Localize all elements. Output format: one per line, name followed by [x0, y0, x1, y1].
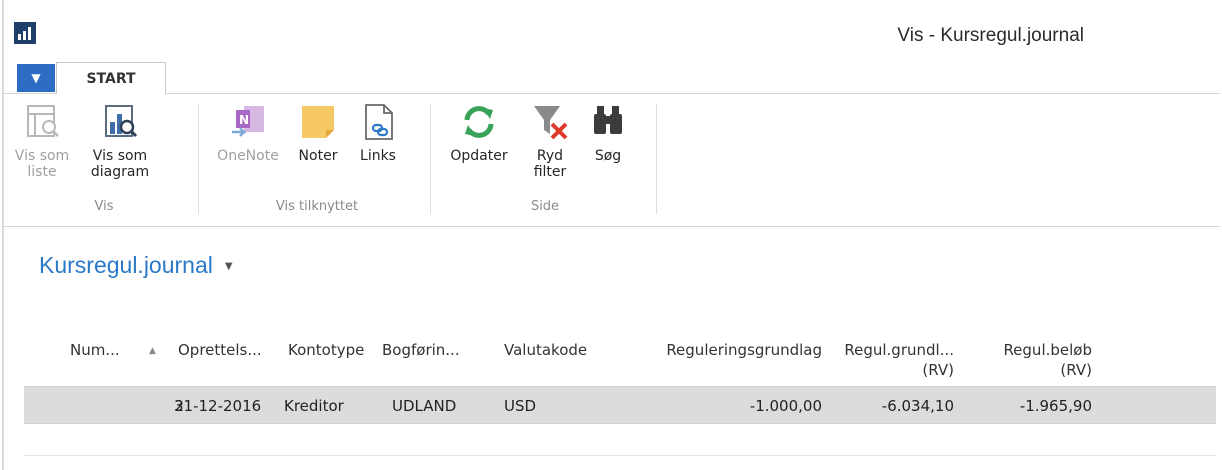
- ribbon-tab-row: ▼ START: [4, 60, 1220, 95]
- chart-view-icon: [105, 105, 138, 138]
- table-header: Num... ▲ Oprettels... Kontotype Bogførin…: [4, 330, 1220, 385]
- ribbon-group-label: Vis tilknyttet: [275, 199, 359, 214]
- cell-date: 31-12-2016: [174, 397, 262, 415]
- column-header-base-lcy-line-2: (RV): [922, 361, 954, 379]
- links-label: Links: [360, 148, 396, 164]
- onenote-button[interactable]: N OneNote: [210, 102, 286, 164]
- ribbon-group-label: Vis: [94, 199, 114, 214]
- file-menu-button[interactable]: ▼: [17, 64, 55, 92]
- page-title-area: Kursregul.journal ▼: [39, 252, 233, 279]
- notes-button[interactable]: Noter: [288, 102, 348, 164]
- column-header-amount-lcy-line-2: (RV): [1060, 361, 1092, 379]
- ribbon-separator: [198, 104, 199, 214]
- app-window: Vis - Kursregul.journal ▼ START Vis som …: [2, 0, 1220, 470]
- cell-currency: USD: [504, 397, 537, 415]
- clear-filter-button[interactable]: Ryd filter: [522, 102, 578, 180]
- ribbon-separator: [656, 104, 657, 214]
- cell-account-type: Kreditor: [284, 397, 344, 415]
- column-header-num[interactable]: Num...: [70, 340, 120, 360]
- list-view-icon: [27, 105, 59, 137]
- onenote-label: OneNote: [217, 148, 279, 164]
- note-icon: [302, 106, 334, 138]
- link-document-icon: [365, 104, 393, 140]
- refresh-button[interactable]: Opdater: [442, 102, 516, 164]
- view-as-chart-button[interactable]: Vis som diagram: [80, 102, 160, 180]
- column-header-account-type[interactable]: Kontotype: [288, 340, 364, 360]
- search-button[interactable]: Søg: [580, 102, 636, 164]
- refresh-label: Opdater: [450, 148, 508, 164]
- page-title[interactable]: Kursregul.journal: [39, 252, 213, 279]
- title-bar: Vis - Kursregul.journal: [4, 0, 1220, 60]
- ribbon-group-label: Side: [530, 199, 560, 214]
- table-row-empty[interactable]: [24, 424, 1216, 456]
- column-header-currency[interactable]: Valutakode: [504, 340, 587, 360]
- onenote-icon: N: [232, 106, 264, 137]
- column-header-created[interactable]: Oprettels...: [178, 340, 262, 360]
- view-as-chart-label-1: Vis som: [92, 148, 148, 164]
- search-label: Søg: [594, 148, 622, 164]
- table-row[interactable]: 2 31-12-2016 Kreditor UDLAND USD -1.000,…: [24, 386, 1216, 424]
- ribbon-group-side: Opdater Ryd filter Søg Side: [436, 100, 654, 220]
- column-header-posting[interactable]: Bogførin...: [382, 340, 460, 360]
- small-caret-down-icon[interactable]: ▼: [225, 261, 233, 272]
- ribbon: Vis som liste Vis som diagram Vis N OneN…: [4, 94, 1220, 227]
- clear-filter-label-2: filter: [533, 164, 567, 180]
- column-header-amount-lcy-line-1: Regul.beløb: [1003, 341, 1092, 359]
- refresh-icon: [464, 106, 494, 138]
- cell-posting: UDLAND: [392, 397, 457, 415]
- notes-label: Noter: [298, 148, 338, 164]
- clear-filter-label-1: Ryd: [536, 148, 564, 164]
- window-title: Vis - Kursregul.journal: [897, 25, 1084, 46]
- view-as-chart-label-2: diagram: [90, 164, 150, 180]
- column-header-amount-lcy[interactable]: Regul.beløb (RV): [964, 340, 1092, 380]
- cell-amount-lcy: -1.965,90: [1019, 397, 1092, 415]
- column-header-base-lcy[interactable]: Regul.grundl... (RV): [822, 340, 954, 380]
- sort-ascending-icon: ▲: [149, 346, 156, 356]
- app-logo-icon: [14, 22, 36, 44]
- column-header-base[interactable]: Reguleringsgrundlag: [644, 340, 822, 360]
- view-as-list-label-2: liste: [27, 164, 57, 180]
- view-as-list-label-1: Vis som: [14, 148, 70, 164]
- clear-filter-icon: [534, 106, 568, 140]
- cell-base: -1.000,00: [749, 397, 822, 415]
- ribbon-group-vis: Vis som liste Vis som diagram Vis: [15, 100, 190, 220]
- ribbon-group-vis-tilknyttet: N OneNote Noter Links Vis tilknyttet: [204, 100, 430, 220]
- svg-text:N: N: [239, 113, 249, 127]
- ribbon-separator: [430, 104, 431, 214]
- column-header-base-lcy-line-1: Regul.grundl...: [844, 341, 954, 359]
- view-as-list-button[interactable]: Vis som liste: [8, 102, 76, 180]
- tab-start[interactable]: START: [56, 62, 166, 95]
- caret-down-icon: ▼: [31, 71, 41, 85]
- links-button[interactable]: Links: [348, 102, 408, 164]
- binoculars-icon: [594, 106, 622, 134]
- cell-base-lcy: -6.034,10: [881, 397, 954, 415]
